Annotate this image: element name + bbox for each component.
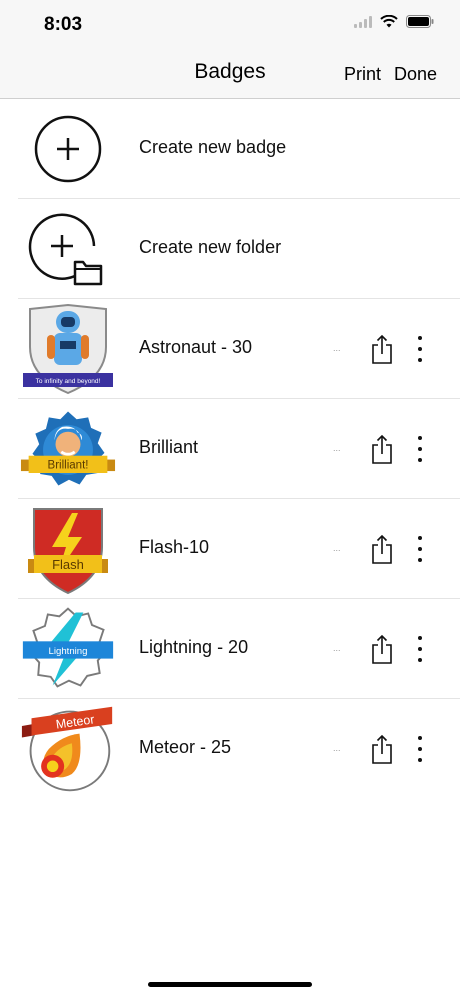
lightning-ribbon-text: Lightning xyxy=(49,646,88,657)
share-icon[interactable] xyxy=(370,732,394,766)
create-folder-label: Create new folder xyxy=(139,237,282,257)
status-bar: 8:03 xyxy=(0,0,460,48)
badge-ellipsis: ... xyxy=(333,743,341,753)
home-indicator[interactable] xyxy=(148,982,312,987)
status-time: 8:03 xyxy=(44,14,83,35)
battery-icon xyxy=(406,15,434,28)
more-options-icon[interactable] xyxy=(412,736,428,762)
badge-list: Create new badge Create new folder To in… xyxy=(0,99,460,798)
astronaut-ribbon-text: To infinity and beyond! xyxy=(36,378,101,385)
badge-row-astronaut[interactable]: To infinity and beyond! Astronaut - 30 .… xyxy=(18,299,460,399)
more-options-icon[interactable] xyxy=(412,336,428,362)
create-badge-row[interactable]: Create new badge xyxy=(18,99,460,199)
flash-badge-icon: Flash xyxy=(20,504,116,595)
meteor-badge-icon: Meteor xyxy=(20,704,116,794)
nav-bar: Badges Print Done xyxy=(0,48,460,99)
more-options-icon[interactable] xyxy=(412,636,428,662)
wifi-icon xyxy=(380,15,398,28)
brilliant-badge-icon: Brilliant! xyxy=(20,404,116,494)
lightning-badge-icon: Lightning xyxy=(20,604,116,694)
folder-plus-icon xyxy=(20,204,116,294)
badge-ellipsis: ... xyxy=(333,643,341,653)
page-title: Badges xyxy=(194,60,266,83)
create-badge-label: Create new badge xyxy=(139,137,287,157)
badge-row-flash[interactable]: Flash Flash-10 ... xyxy=(18,499,460,599)
badge-label: Flash-10 xyxy=(139,537,210,557)
share-icon[interactable] xyxy=(370,432,394,466)
create-folder-row[interactable]: Create new folder xyxy=(18,199,460,299)
share-icon[interactable] xyxy=(370,532,394,566)
badge-row-brilliant[interactable]: Brilliant! Brilliant ... xyxy=(18,399,460,499)
status-icons xyxy=(354,15,434,28)
print-button[interactable]: Print xyxy=(344,64,381,85)
badge-ellipsis: ... xyxy=(333,443,341,453)
share-icon[interactable] xyxy=(370,632,394,666)
badge-label: Meteor - 25 xyxy=(139,737,232,757)
badge-ellipsis: ... xyxy=(333,343,341,353)
more-options-icon[interactable] xyxy=(412,536,428,562)
share-icon[interactable] xyxy=(370,332,394,366)
brilliant-ribbon-text: Brilliant! xyxy=(48,460,89,472)
astronaut-badge-icon: To infinity and beyond! xyxy=(20,303,116,395)
badge-row-lightning[interactable]: Lightning Lightning - 20 ... xyxy=(18,599,460,699)
more-options-icon[interactable] xyxy=(412,436,428,462)
flash-ribbon-text: Flash xyxy=(52,557,84,572)
badge-ellipsis: ... xyxy=(333,543,341,553)
badge-row-meteor[interactable]: Meteor Meteor - 25 ... xyxy=(18,699,460,798)
plus-circle-icon xyxy=(20,104,116,194)
badge-label: Lightning - 20 xyxy=(139,637,249,657)
badge-label: Astronaut - 30 xyxy=(139,337,253,357)
done-button[interactable]: Done xyxy=(394,64,437,85)
signal-icon xyxy=(354,15,372,28)
badge-label: Brilliant xyxy=(139,437,199,457)
